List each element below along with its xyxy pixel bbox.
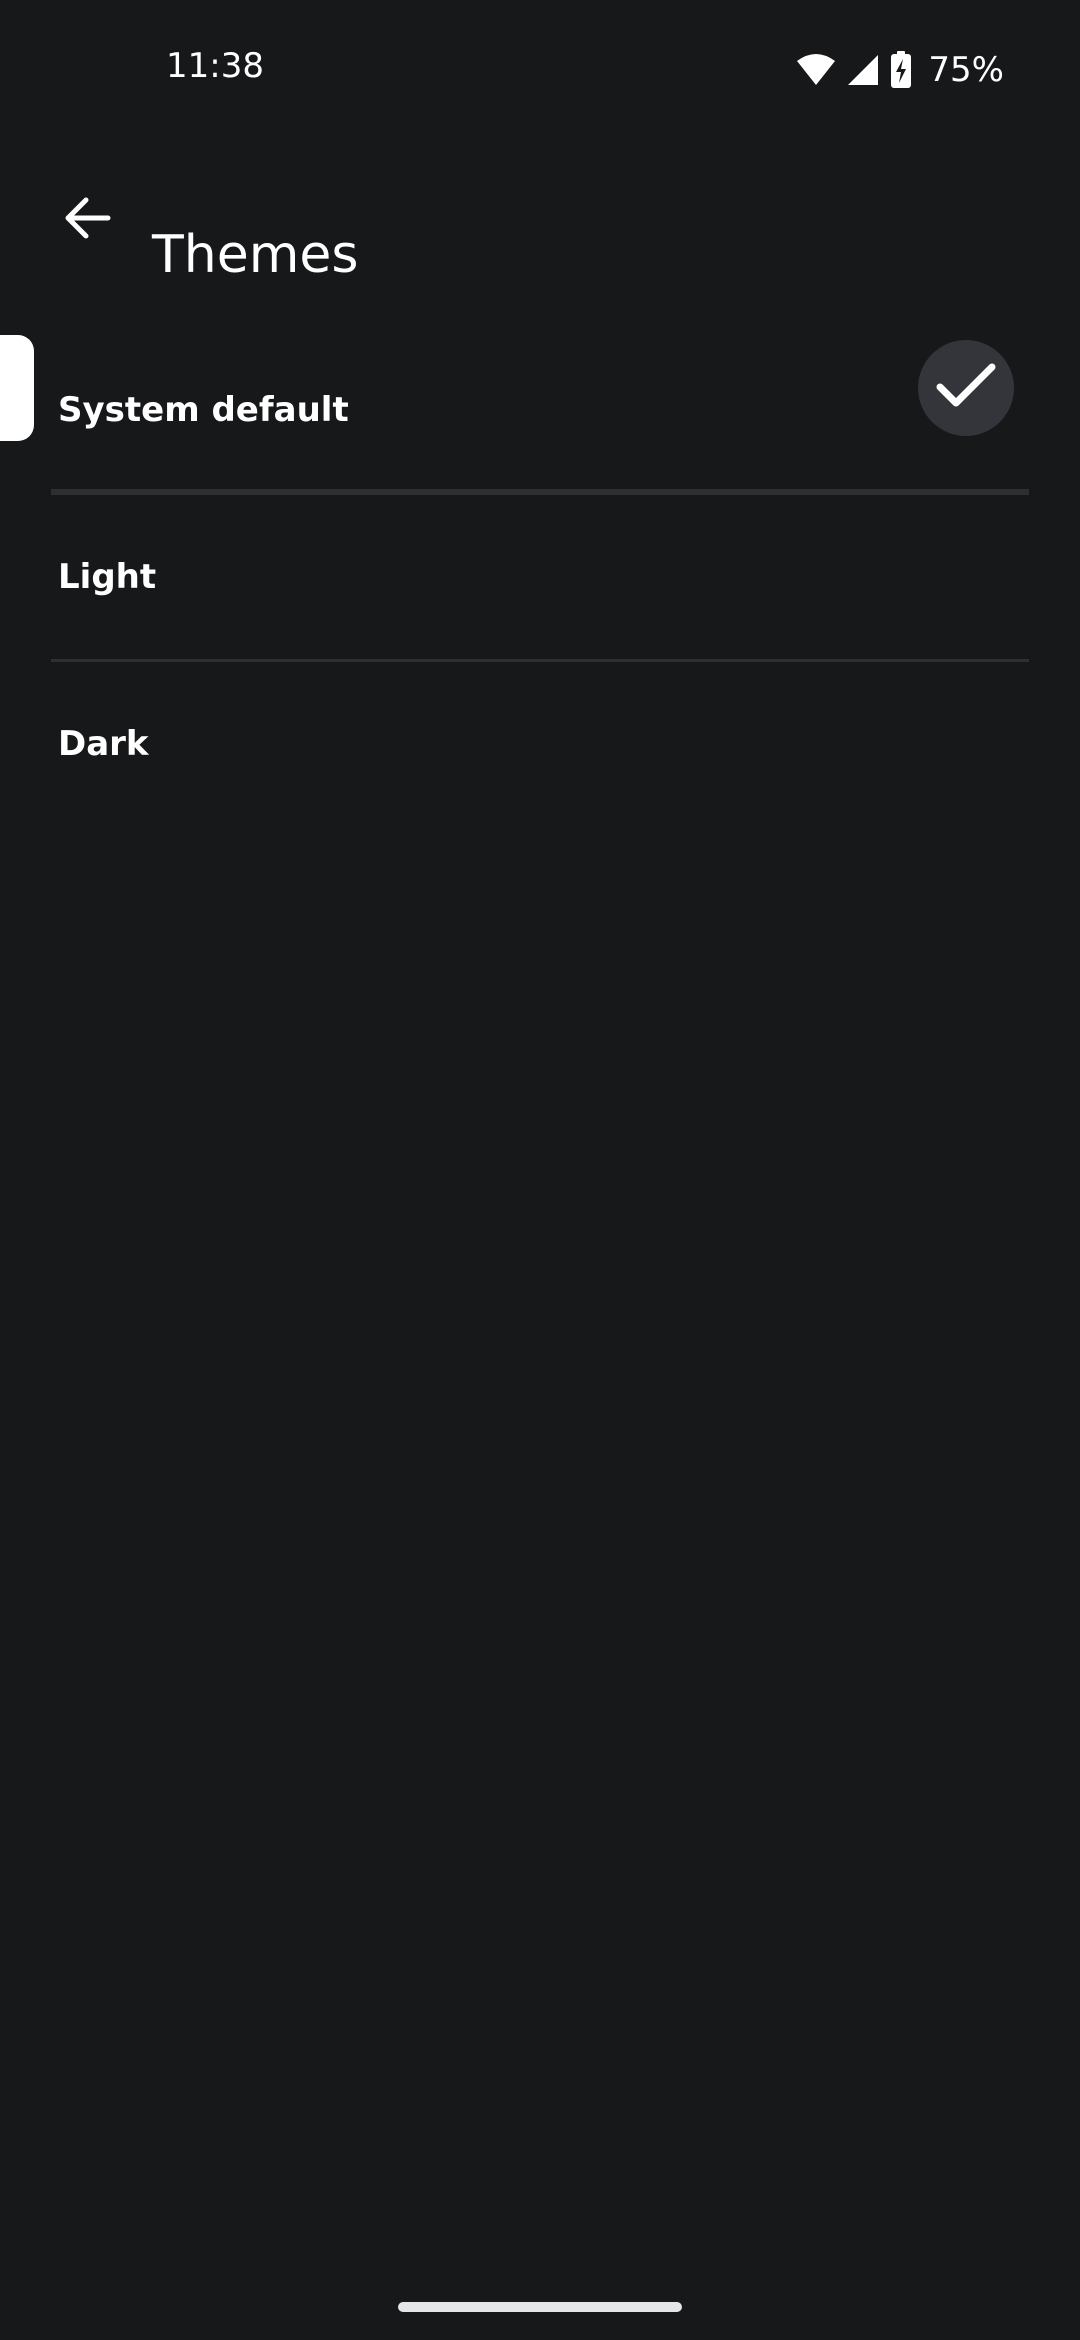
wifi-icon xyxy=(796,53,836,87)
theme-option-light[interactable]: Light xyxy=(51,492,1029,659)
status-bar: 11:38 75% xyxy=(0,0,1080,140)
cellular-signal-icon xyxy=(846,53,880,87)
home-indicator[interactable] xyxy=(398,2302,682,2312)
page-title: Themes xyxy=(152,224,359,285)
checkmark-icon xyxy=(936,363,996,414)
theme-option-dark[interactable]: Dark xyxy=(51,659,1029,826)
battery-charging-icon xyxy=(890,51,912,89)
option-label: System default xyxy=(58,390,349,430)
selected-indicator xyxy=(0,335,34,441)
arrow-left-icon xyxy=(64,196,112,245)
battery-percent: 75% xyxy=(928,50,1004,90)
selected-check xyxy=(918,340,1014,436)
theme-options-list: System default Light Dark xyxy=(0,328,1080,826)
option-label: Light xyxy=(58,557,157,597)
themes-screen: 11:38 75% Themes System default Light Da… xyxy=(0,0,1080,2340)
app-bar: Themes xyxy=(0,160,1080,285)
theme-option-system-default[interactable]: System default xyxy=(0,328,1080,492)
status-time: 11:38 xyxy=(166,46,264,86)
status-icons: 75% xyxy=(796,46,1004,94)
back-button[interactable] xyxy=(52,184,124,256)
option-label: Dark xyxy=(58,724,149,764)
